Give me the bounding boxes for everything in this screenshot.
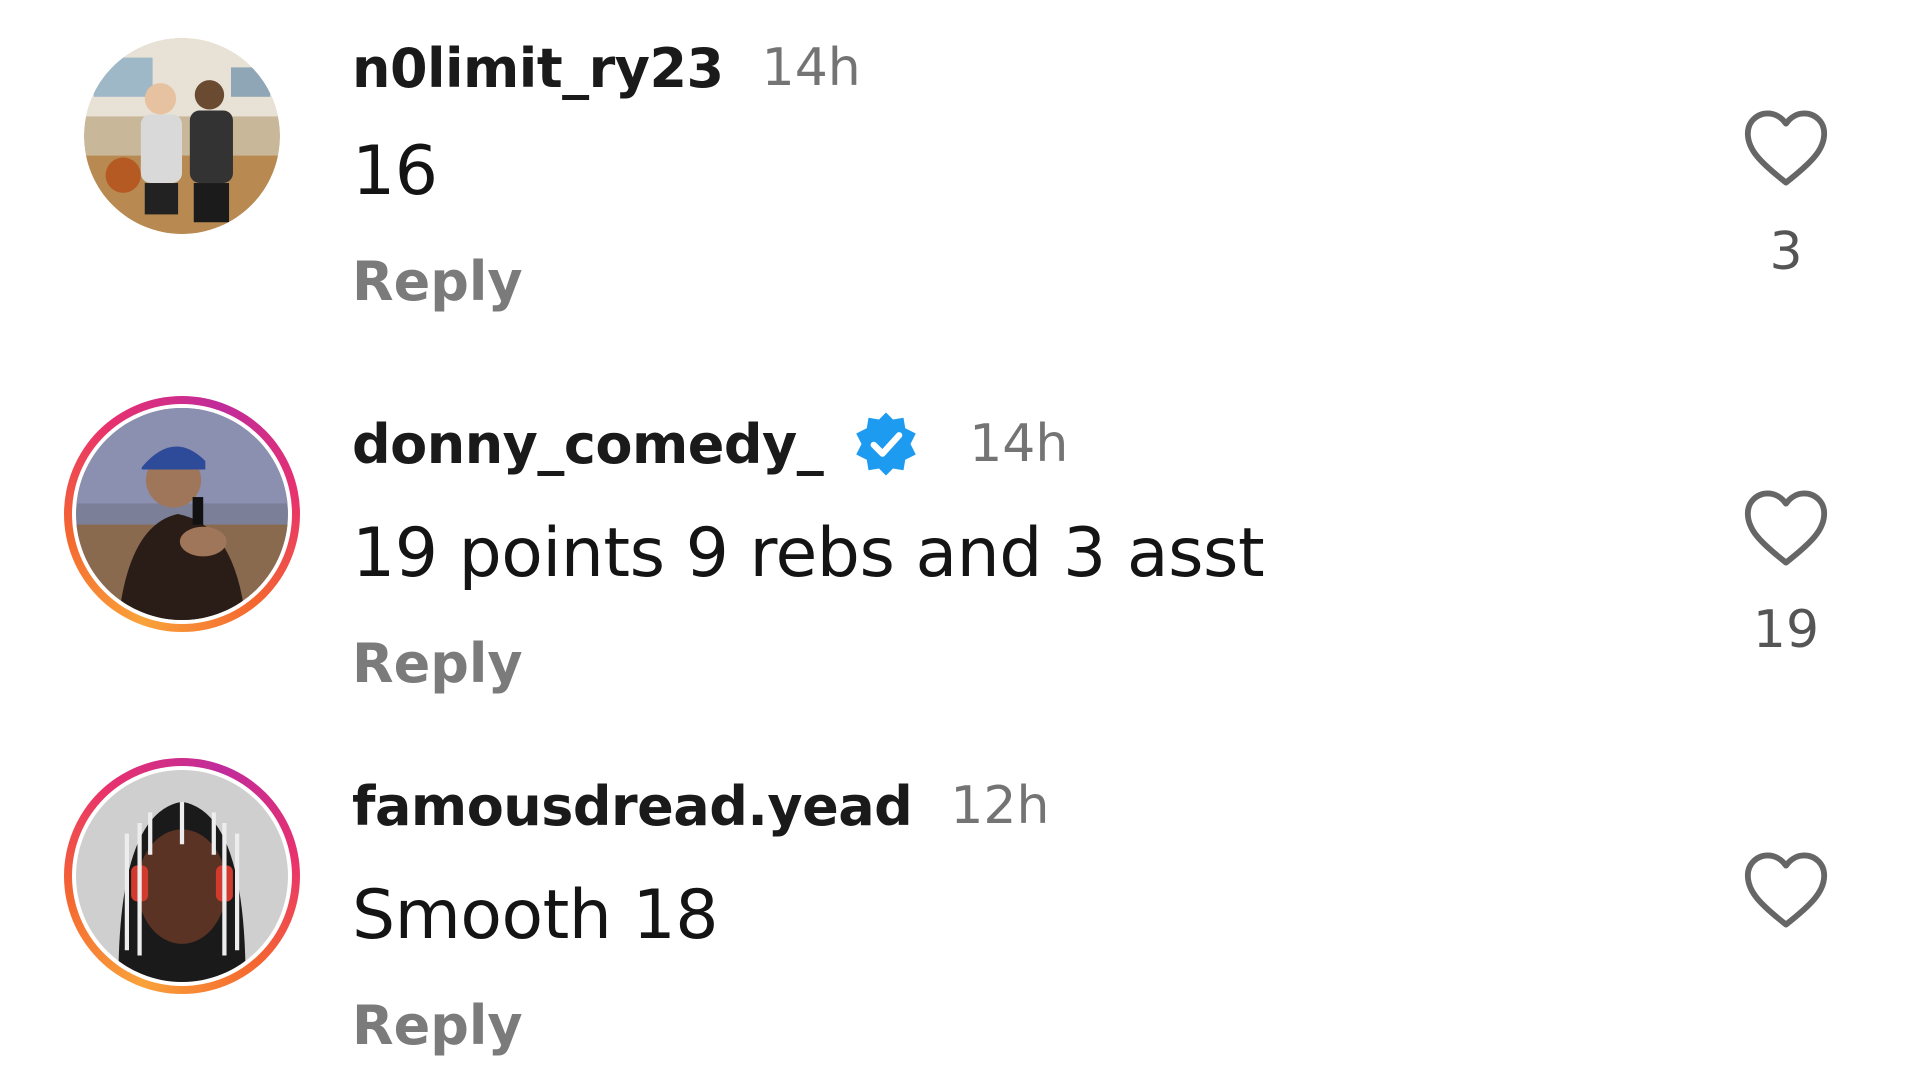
avatar-photo	[76, 770, 288, 982]
reply-button[interactable]: Reply	[352, 632, 523, 695]
avatar[interactable]	[64, 396, 300, 632]
comment-text: 19 points 9 rebs and 3 asst	[352, 514, 1265, 593]
avatar[interactable]	[84, 38, 280, 234]
comment-header: famousdread.yead 12h	[352, 766, 1049, 846]
comment-header: n0limit_ry23 14h	[352, 28, 861, 108]
username[interactable]: donny_comedy_	[352, 413, 824, 476]
heart-outline-icon	[1744, 490, 1828, 566]
timestamp: 14h	[761, 38, 861, 98]
avatar-frame	[84, 38, 280, 234]
avatar-image	[84, 38, 280, 234]
like-count: 19	[1752, 600, 1820, 660]
heart-outline-icon	[1744, 110, 1828, 186]
avatar-image	[76, 770, 288, 982]
verified-badge-icon	[851, 409, 921, 479]
avatar[interactable]	[64, 758, 300, 994]
timestamp: 14h	[969, 414, 1069, 474]
like-button[interactable]	[1742, 108, 1830, 188]
like-button[interactable]	[1742, 850, 1830, 930]
comment-text: Smooth 18	[352, 876, 719, 955]
timestamp: 12h	[950, 776, 1050, 836]
avatar-photo	[84, 38, 280, 234]
username[interactable]: n0limit_ry23	[352, 37, 724, 100]
avatar-photo	[76, 408, 288, 620]
like-count: 3	[1769, 222, 1803, 282]
comment-text: 16	[352, 132, 438, 211]
comment-header: donny_comedy_ 14h	[352, 404, 1068, 484]
like-button[interactable]	[1742, 488, 1830, 568]
heart-outline-icon	[1744, 852, 1828, 928]
reply-button[interactable]: Reply	[352, 250, 523, 313]
username[interactable]: famousdread.yead	[352, 775, 913, 838]
avatar-image	[76, 408, 288, 620]
reply-button[interactable]: Reply	[352, 994, 523, 1057]
